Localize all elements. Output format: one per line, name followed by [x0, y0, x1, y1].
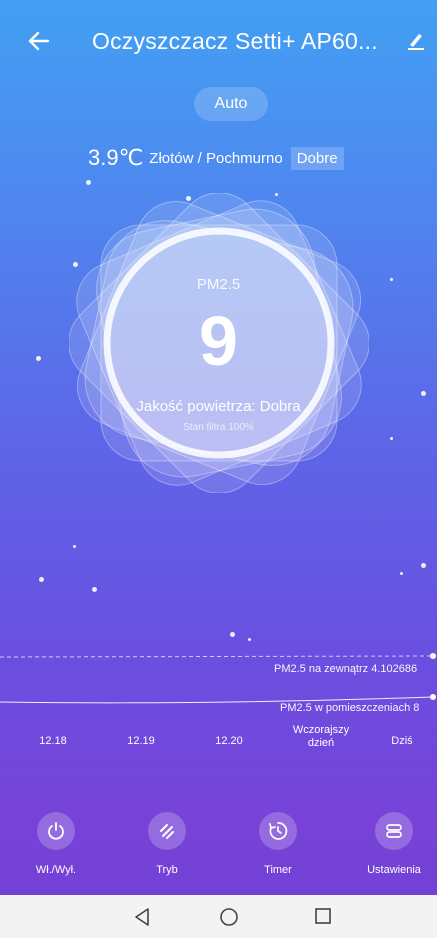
x-label-3[interactable]: 12.20 [204, 735, 254, 748]
decor-dot [92, 587, 97, 592]
decor-dot [400, 572, 403, 575]
decor-dot [248, 638, 251, 641]
decor-dot [73, 545, 76, 548]
mode-button[interactable]: Auto [194, 87, 268, 121]
settings-control[interactable]: Ustawienia [351, 812, 437, 876]
outdoor-pm-label: PM2.5 na zewnątrz 4.102686 [274, 663, 418, 675]
timer-button[interactable] [259, 812, 297, 850]
x-label-yesterday[interactable]: Wczorajszy dzień [288, 724, 354, 750]
mode-icon [160, 824, 174, 839]
device-title: Oczyszczacz Setti+ AP60... [92, 28, 378, 54]
decor-dot [421, 391, 426, 396]
mode-toggle-button[interactable] [148, 812, 186, 850]
settings-icon [386, 824, 402, 838]
indoor-point [430, 694, 436, 700]
air-quality-text: Jakość powietrza: Dobra [136, 398, 301, 415]
back-arrow-icon[interactable] [28, 30, 50, 52]
nav-back-icon[interactable] [133, 907, 151, 927]
outdoor-line [0, 655, 433, 658]
timer-control[interactable]: Timer [235, 812, 321, 876]
mode-control[interactable]: Tryb [124, 812, 210, 876]
settings-label: Ustawienia [367, 864, 421, 876]
edit-pencil-icon[interactable] [406, 31, 426, 51]
decor-dot [421, 563, 426, 568]
pm-value: 9 [199, 302, 238, 380]
x-label-2[interactable]: 12.19 [116, 735, 166, 748]
x-label-today[interactable]: Dziś [377, 735, 427, 748]
history-chart [0, 653, 436, 704]
indoor-pm-label: PM2.5 w pomieszczeniach 8 [280, 702, 420, 714]
decor-dot [230, 632, 235, 637]
pm-label: PM2.5 [196, 276, 241, 293]
nav-recent-icon[interactable] [314, 907, 332, 925]
decor-dot [390, 437, 393, 440]
nav-home-icon[interactable] [219, 907, 239, 927]
air-quality-badge: Dobre [290, 146, 344, 170]
decor-dot [86, 180, 91, 185]
x-label-1[interactable]: 12.18 [28, 735, 78, 748]
timer-icon [269, 822, 288, 840]
weather-info: 3.9℃ Złotów / Pochmurno Dobre [88, 144, 344, 172]
power-button[interactable] [37, 812, 75, 850]
settings-button[interactable] [375, 812, 413, 850]
decor-dot [39, 577, 44, 582]
temperature: 3.9℃ [88, 145, 144, 170]
mode-label: Tryb [156, 864, 178, 876]
power-icon [48, 822, 64, 840]
filter-status: Stan filtra 100% [183, 422, 254, 433]
power-label: Wł./Wył. [35, 864, 77, 876]
timer-label: Timer [264, 864, 292, 876]
system-nav-bar [0, 895, 437, 938]
outdoor-point [430, 653, 436, 659]
power-control[interactable]: Wł./Wył. [13, 812, 99, 876]
location-condition: Złotów / Pochmurno [149, 149, 283, 167]
